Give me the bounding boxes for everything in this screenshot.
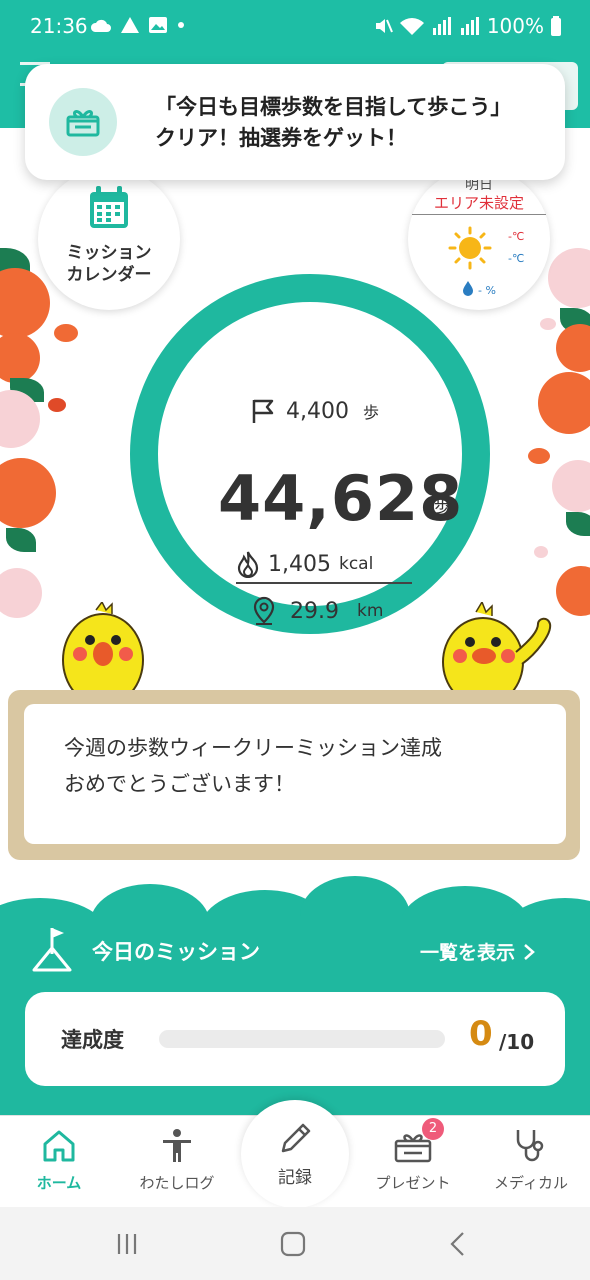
nav-my-log[interactable]: わたしログ — [118, 1116, 236, 1208]
flower-decoration — [552, 460, 590, 512]
toast-message: 「今日も目標歩数を目指して歩こう」クリア！抽選券をゲット！ — [155, 95, 512, 150]
home-scene: ミッション カレンダー 明日 エリア未設定 -℃ -℃ - % 4,400 歩 … — [0, 128, 590, 1115]
achievement-total: /10 — [499, 1030, 535, 1054]
signal-icon-2 — [460, 17, 479, 35]
home-button-icon[interactable] — [280, 1231, 306, 1257]
signal-icon — [432, 17, 451, 35]
flower-decoration — [528, 448, 550, 464]
status-left-icons — [90, 16, 186, 34]
chevron-right-icon — [524, 943, 535, 960]
leaf-decoration — [566, 512, 590, 536]
flame-icon — [237, 551, 259, 578]
calories-row: 1,405 kcal — [236, 550, 412, 584]
nav-present[interactable]: 2 プレゼント — [354, 1116, 472, 1208]
dot-icon — [178, 22, 184, 28]
back-icon[interactable] — [448, 1231, 468, 1257]
message-board: 今週の歩数ウィークリーミッション達成 おめでとうございます！ — [8, 690, 580, 860]
flower-decoration — [556, 566, 590, 616]
nav-present-label: プレゼント — [375, 1174, 451, 1192]
pencil-icon — [281, 1123, 311, 1152]
mission-flag-icon — [32, 928, 72, 972]
calories-unit: kcal — [338, 554, 374, 574]
flower-decoration — [0, 458, 56, 528]
nav-my-log-label: わたしログ — [139, 1174, 215, 1192]
system-nav-bar — [0, 1207, 590, 1280]
goal-row: 4,400 歩 — [250, 398, 379, 424]
nav-home[interactable]: ホーム — [0, 1116, 118, 1208]
weather-area: エリア未設定 — [412, 192, 546, 215]
goal-steps-value: 4,400 — [286, 398, 349, 424]
battery-percent: 100% — [486, 14, 544, 38]
rain-chance: - % — [478, 284, 496, 297]
status-time: 21:36 — [30, 14, 88, 38]
message-line2: おめでとうございます！ — [64, 772, 295, 796]
message-board-text: 今週の歩数ウィークリーミッション達成 おめでとうございます！ — [64, 730, 442, 802]
nav-home-label: ホーム — [36, 1174, 82, 1192]
nav-record[interactable]: 記録 — [241, 1100, 349, 1208]
notification-toast[interactable]: 「今日も目標歩数を目指して歩こう」クリア！抽選券をゲット！ — [25, 64, 565, 180]
flower-decoration — [54, 324, 78, 342]
mission-calendar-label-line2: カレンダー — [66, 265, 152, 285]
image-icon — [149, 17, 167, 33]
distance-value: 29.9 — [290, 598, 339, 624]
steps-ring[interactable]: 4,400 歩 44,628 歩 1,405 kcal 29.9 km — [130, 274, 490, 634]
location-pin-icon — [253, 596, 275, 625]
mute-icon — [375, 19, 393, 33]
flower-decoration — [0, 333, 40, 383]
flower-decoration — [534, 546, 548, 558]
raindrop-icon — [463, 281, 473, 296]
cloud-icon — [90, 19, 111, 32]
message-board-panel: 今週の歩数ウィークリーミッション達成 おめでとうございます！ — [24, 704, 566, 844]
leaf-decoration — [6, 528, 36, 552]
stethoscope-icon — [516, 1130, 544, 1162]
achievement-label: 達成度 — [61, 1028, 124, 1052]
battery-icon — [551, 16, 561, 36]
flower-decoration — [556, 324, 590, 372]
recent-apps-icon[interactable] — [114, 1231, 140, 1257]
achievement-card[interactable]: 達成度 0 /10 — [25, 992, 565, 1086]
ticket-icon — [49, 88, 117, 156]
sun-icon — [448, 226, 492, 270]
person-icon — [163, 1129, 191, 1162]
mission-calendar-button[interactable]: ミッション カレンダー — [38, 168, 180, 310]
message-line1: 今週の歩数ウィークリーミッション達成 — [64, 736, 442, 760]
steps-unit: 歩 — [434, 497, 451, 517]
mission-calendar-label: ミッション カレンダー — [38, 242, 180, 286]
achievement-progress-bar — [159, 1030, 445, 1048]
home-icon — [43, 1130, 75, 1162]
calories-value: 1,405 — [268, 551, 331, 577]
flower-decoration — [538, 372, 590, 434]
flag-icon — [252, 399, 274, 423]
temp-low: -℃ — [508, 252, 525, 265]
todays-mission-title: 今日のミッション — [92, 940, 260, 964]
nav-record-label: 記録 — [278, 1167, 312, 1188]
calendar-icon — [90, 186, 128, 228]
present-badge: 2 — [422, 1118, 444, 1140]
nav-medical-label: メディカル — [494, 1174, 568, 1192]
flower-decoration — [48, 398, 66, 412]
goal-steps-unit: 歩 — [362, 403, 379, 422]
show-all-label: 一覧を表示 — [420, 942, 516, 964]
warning-icon — [121, 17, 139, 33]
status-bar: 21:36 100% — [0, 0, 590, 56]
mascot-chick-left — [62, 602, 144, 702]
flower-decoration — [0, 568, 42, 618]
achievement-current: 0 — [469, 1014, 493, 1054]
nav-medical[interactable]: メディカル — [472, 1116, 590, 1208]
status-right-icons: 100% — [373, 14, 562, 38]
steps-count: 44,628 — [218, 462, 464, 535]
distance-unit: km — [356, 601, 384, 621]
weather-button[interactable]: 明日 エリア未設定 -℃ -℃ - % — [408, 168, 550, 310]
bottom-nav: ホーム わたしログ 記録 2 プレゼント メディカル — [0, 1100, 590, 1208]
flower-decoration — [548, 248, 590, 308]
flower-decoration — [540, 318, 556, 330]
wifi-icon — [399, 18, 424, 35]
temp-high: -℃ — [508, 230, 525, 243]
show-all-link[interactable]: 一覧を表示 — [420, 938, 535, 965]
distance-row: 29.9 km — [252, 596, 383, 626]
mission-calendar-label-line1: ミッション — [66, 243, 152, 263]
mascot-chick-right — [442, 602, 552, 702]
